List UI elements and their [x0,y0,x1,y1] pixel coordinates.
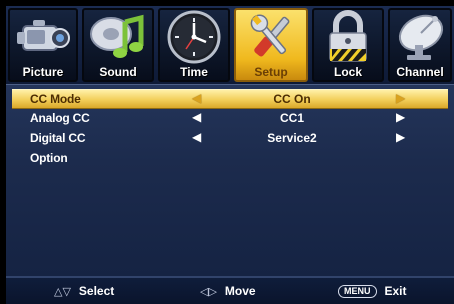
tab-label: Sound [99,65,137,79]
right-arrow-icon[interactable]: ▶ [396,130,405,144]
menu-row-analog-cc[interactable]: Analog CC ◀ CC1 ▶ [12,109,448,129]
tab-setup[interactable]: Setup [234,8,308,82]
left-arrow-icon[interactable]: ◀ [192,110,201,124]
menu-row-option[interactable]: Option [12,149,448,169]
tab-lock[interactable]: Lock [312,8,384,82]
menu-row-label: Option [30,151,68,165]
camcorder-icon [10,10,76,64]
tab-sound[interactable]: Sound [82,8,154,82]
menu-row-label: CC Mode [30,92,81,106]
menu-row-label: Analog CC [30,111,90,125]
tab-label: Lock [333,65,362,79]
music-note-icon [84,10,152,64]
clock-icon [160,10,228,64]
tab-label: Channel [396,65,444,79]
left-arrow-icon[interactable]: ◀ [192,91,201,105]
left-arrow-icon[interactable]: ◀ [192,130,201,144]
menu-row-value: CC1 [279,111,304,125]
left-right-icon: ◁▷ [200,285,217,298]
hint-select-label: Select [78,284,115,298]
tv-menu-screen: Picture Sound Time Setup Lock Channel CC… [0,0,454,304]
tab-label: Setup [254,65,288,79]
menu-row-label: Digital CC [30,131,86,145]
hint-exit: MENU Exit [338,284,407,298]
menu-row-value: Service2 [267,131,317,145]
tab-bar: Picture Sound Time Setup Lock Channel [6,6,454,84]
tab-picture[interactable]: Picture [8,8,78,82]
padlock-icon [314,10,382,64]
menu-key-icon: MENU [338,284,377,298]
menu-row-value: CC On [273,92,311,106]
hint-move-label: Move [224,284,256,298]
hint-move: ◁▷ Move [200,284,256,298]
satellite-dish-icon [390,10,450,64]
up-down-icon: △▽ [54,285,71,298]
tab-time[interactable]: Time [158,8,230,82]
tools-icon [236,10,306,64]
cc-settings-panel: CC Mode ◀ CC On ▶ Analog CC ◀ CC1 ▶ Digi… [6,84,454,276]
right-arrow-icon[interactable]: ▶ [396,91,405,105]
tab-label: Time [180,65,208,79]
right-arrow-icon[interactable]: ▶ [396,110,405,124]
tab-label: Picture [22,65,64,79]
hint-exit-label: Exit [384,284,407,298]
menu-row-cc-mode[interactable]: CC Mode ◀ CC On ▶ [12,89,448,109]
footer-hint-bar: △▽ Select ◁▷ Move MENU Exit [6,276,454,304]
tab-channel[interactable]: Channel [388,8,452,82]
menu-row-digital-cc[interactable]: Digital CC ◀ Service2 ▶ [12,129,448,149]
hint-select: △▽ Select [54,284,114,298]
